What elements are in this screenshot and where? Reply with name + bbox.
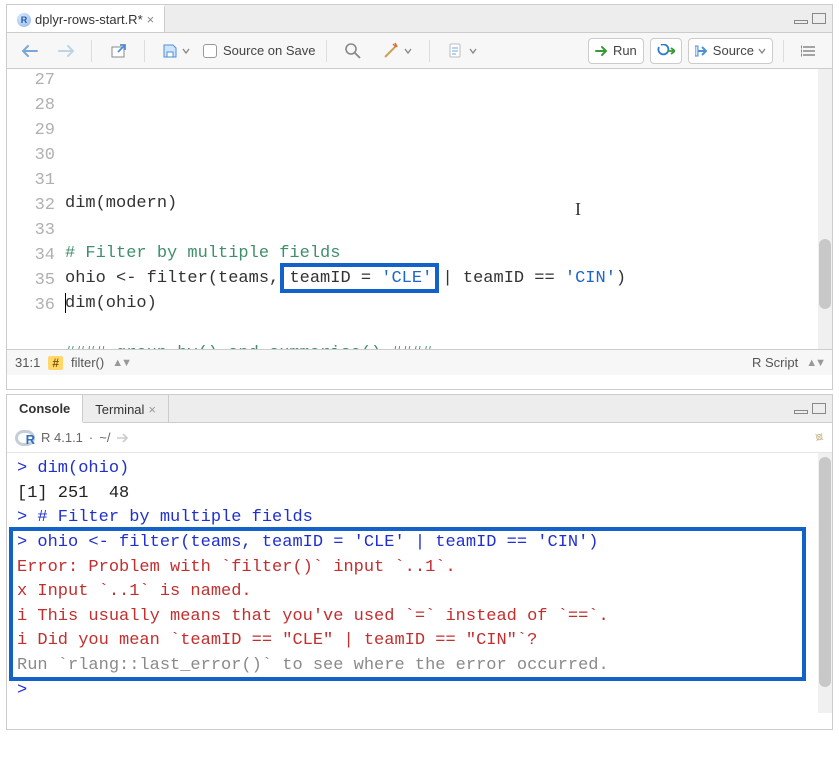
console-line: [1] 251 48 xyxy=(17,482,822,507)
show-in-new-window-button[interactable] xyxy=(102,38,134,64)
line-number: 35 xyxy=(7,269,55,294)
editor-pane: R dplyr-rows-start.R* × Source on Save xyxy=(6,4,833,390)
code-line[interactable]: dim(ohio) xyxy=(65,292,832,317)
scroll-thumb[interactable] xyxy=(819,457,831,687)
source-on-save-checkbox[interactable] xyxy=(203,44,217,58)
language-mode[interactable]: R Script xyxy=(752,355,798,370)
r-file-icon: R xyxy=(17,13,31,27)
code-line[interactable]: #### group_by() and summarise() #### xyxy=(65,342,832,349)
editor-statusbar: 31:1 # filter() ▲▼ R Script ▲▼ xyxy=(7,349,832,375)
outline-button[interactable] xyxy=(794,38,824,64)
tab-terminal[interactable]: Terminal × xyxy=(83,395,169,422)
clear-console-icon[interactable]: ⌖ xyxy=(809,426,829,449)
console-tabbar: Console Terminal × xyxy=(7,395,832,423)
line-number: 34 xyxy=(7,244,55,269)
close-tab-icon[interactable]: × xyxy=(147,12,155,27)
line-number: 27 xyxy=(7,69,55,94)
code-line[interactable]: dim(modern) xyxy=(65,192,832,217)
editor-scrollbar[interactable] xyxy=(818,69,832,349)
source-label: Source xyxy=(713,43,754,58)
console-line: > xyxy=(17,679,822,704)
line-number: 30 xyxy=(7,144,55,169)
tab-console[interactable]: Console xyxy=(7,395,83,423)
lang-updown-icon[interactable]: ▲▼ xyxy=(806,357,824,369)
scroll-thumb[interactable] xyxy=(819,239,831,309)
toolbar-separator xyxy=(429,40,430,62)
console-scrollbar[interactable] xyxy=(818,453,832,713)
editor-tab-filename: dplyr-rows-start.R* xyxy=(35,12,143,27)
scope-name[interactable]: filter() xyxy=(71,355,104,370)
close-icon[interactable]: × xyxy=(148,402,156,417)
console-line: x Input `..1` is named. xyxy=(17,580,822,605)
save-button[interactable] xyxy=(155,38,197,64)
back-button[interactable] xyxy=(15,38,45,64)
editor-tab-active[interactable]: R dplyr-rows-start.R* × xyxy=(7,5,165,32)
console-line: i Did you mean `teamID == "CLE" | teamID… xyxy=(17,629,822,654)
working-dir[interactable]: ~/ xyxy=(99,430,110,445)
line-number: 29 xyxy=(7,119,55,144)
line-number: 32 xyxy=(7,194,55,219)
console-info-bar: R R 4.1.1 · ~/ ⌖ xyxy=(7,423,832,453)
tab-terminal-label: Terminal xyxy=(95,402,144,417)
goto-dir-icon[interactable] xyxy=(116,432,130,444)
scope-updown-icon[interactable]: ▲▼ xyxy=(112,357,130,369)
source-on-save-label: Source on Save xyxy=(223,43,316,58)
console-line: Run `rlang::last_error()` to see where t… xyxy=(17,654,822,679)
toolbar-separator xyxy=(91,40,92,62)
compile-report-button[interactable] xyxy=(440,38,484,64)
text-cursor-icon: I xyxy=(575,196,581,222)
line-number: 28 xyxy=(7,94,55,119)
chevron-down-icon xyxy=(469,47,477,55)
toolbar-separator xyxy=(783,40,784,62)
chevron-down-icon xyxy=(182,47,190,55)
toolbar-separator xyxy=(326,40,327,62)
maximize-pane-icon[interactable] xyxy=(812,13,826,24)
code-line[interactable] xyxy=(65,317,832,342)
code-editor[interactable]: 27282930313233 343536 I dim(modern) # Fil… xyxy=(7,69,832,349)
line-number: 36 xyxy=(7,294,55,319)
console-line: > dim(ohio) xyxy=(17,457,822,482)
find-button[interactable] xyxy=(337,38,369,64)
chevron-down-icon xyxy=(758,47,766,55)
cursor-position: 31:1 xyxy=(15,355,40,370)
editor-tabbar: R dplyr-rows-start.R* × xyxy=(7,5,832,33)
editor-window-controls xyxy=(794,5,832,32)
scope-tag-icon: # xyxy=(48,356,63,370)
line-number: 31 xyxy=(7,169,55,194)
forward-button[interactable] xyxy=(51,38,81,64)
minimize-pane-icon[interactable] xyxy=(794,20,808,24)
r-logo-icon: R xyxy=(15,430,35,446)
maximize-pane-icon[interactable] xyxy=(812,403,826,414)
console-line: i This usually means that you've used `=… xyxy=(17,605,822,630)
console-line: > ohio <- filter(teams, teamID = 'CLE' |… xyxy=(17,531,822,556)
r-version: R 4.1.1 xyxy=(41,430,83,445)
console-line: Error: Problem with `filter()` input `..… xyxy=(17,556,822,581)
code-tools-button[interactable] xyxy=(375,38,419,64)
console-line: > # Filter by multiple fields xyxy=(17,506,822,531)
dot-separator: · xyxy=(89,430,93,445)
run-label: Run xyxy=(613,43,637,58)
code-column[interactable]: I dim(modern) # Filter by multiple fields… xyxy=(65,69,832,349)
tab-console-label: Console xyxy=(19,401,70,416)
run-button[interactable]: Run xyxy=(588,38,644,64)
editor-toolbar: Source on Save Run Source xyxy=(7,33,832,69)
chevron-down-icon xyxy=(404,47,412,55)
console-window-controls xyxy=(794,395,832,422)
toolbar-separator xyxy=(144,40,145,62)
line-gutter: 27282930313233 343536 xyxy=(7,69,65,349)
minimize-pane-icon[interactable] xyxy=(794,410,808,414)
console-pane: Console Terminal × R R 4.1.1 · ~/ ⌖ > di… xyxy=(6,394,833,730)
source-button[interactable]: Source xyxy=(688,38,773,64)
code-line[interactable]: # Filter by multiple fields xyxy=(65,242,832,267)
code-line[interactable]: ohio <- filter(teams, teamID = 'CLE' | t… xyxy=(65,267,832,292)
rerun-button[interactable] xyxy=(650,38,682,64)
code-line[interactable] xyxy=(65,217,832,242)
console-output[interactable]: > dim(ohio)[1] 251 48> # Filter by multi… xyxy=(7,453,832,713)
line-number: 33 xyxy=(7,219,55,244)
